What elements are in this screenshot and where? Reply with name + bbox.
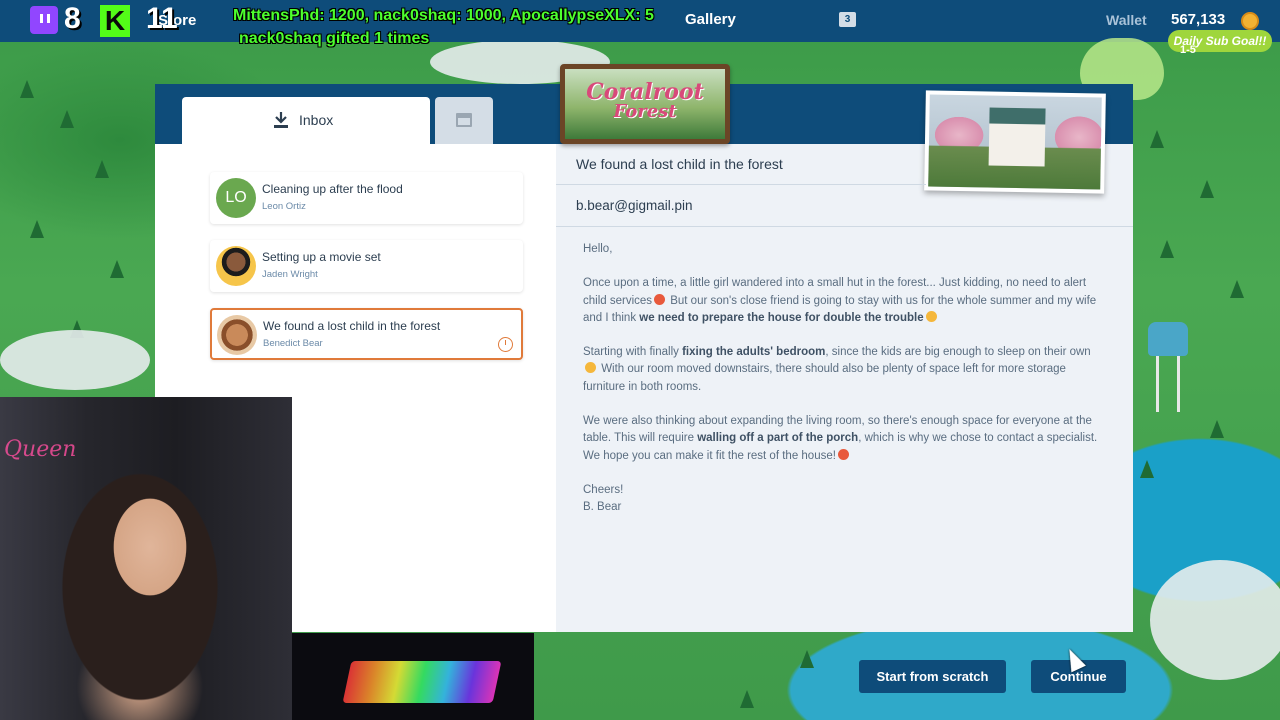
keyboard-cam-overlay — [292, 633, 534, 720]
avatar: LO — [216, 178, 256, 218]
avatar — [216, 246, 256, 286]
mail-item-sender: Jaden Wright — [262, 269, 318, 280]
neon-sign: Queen — [4, 437, 77, 462]
tab-inbox[interactable]: Inbox — [182, 97, 430, 144]
notification-badge: 3 — [839, 12, 856, 27]
house-image — [988, 107, 1046, 167]
mail-list-item[interactable]: Setting up a movie set Jaden Wright — [210, 240, 523, 292]
tree — [800, 650, 814, 668]
start-from-scratch-button[interactable]: Start from scratch — [859, 660, 1006, 693]
stream-alert-line1: MittensPhd: 1200, nack0shaq: 1000, Apoca… — [233, 7, 654, 24]
mail-signoff: Cheers! — [583, 483, 624, 496]
tree — [20, 80, 34, 98]
sub-goal-count: 1-5 — [1180, 44, 1196, 56]
text: , since the kids are big enough to sleep… — [825, 346, 1091, 359]
sweat-smile-emoji-icon — [837, 448, 849, 460]
divider — [556, 226, 1133, 227]
archive-icon — [456, 113, 472, 127]
twitch-viewer-count: 8 — [64, 2, 81, 35]
tab-inbox-label: Inbox — [299, 112, 334, 128]
tree — [740, 690, 754, 708]
twitch-icon — [30, 6, 58, 34]
wallet-label: Wallet — [1106, 12, 1147, 28]
nav-gallery[interactable]: Gallery — [685, 11, 736, 28]
mail-list-item-selected[interactable]: We found a lost child in the forest Bene… — [210, 308, 523, 360]
mail-greeting: Hello, — [583, 243, 613, 255]
grin-emoji-icon — [925, 310, 937, 322]
bold-text: walling off a part of the porch — [697, 432, 859, 445]
mail-item-subject: Cleaning up after the flood — [262, 182, 403, 196]
bold-text: we need to prepare the house for double … — [639, 311, 924, 324]
tree — [1160, 240, 1174, 258]
rgb-keyboard — [342, 661, 502, 703]
tree — [1230, 280, 1244, 298]
wallet-value: 567,133 — [1171, 11, 1226, 28]
tree — [95, 160, 109, 178]
tree — [110, 260, 124, 278]
kick-viewer-count: 11 — [146, 2, 178, 35]
cloud — [0, 330, 150, 390]
coin-icon — [1241, 12, 1259, 30]
mail-subject: We found a lost child in the forest — [576, 156, 783, 172]
mail-item-sender: Benedict Bear — [263, 338, 323, 349]
client-house-photo — [924, 90, 1106, 194]
mail-item-subject: We found a lost child in the forest — [263, 319, 441, 333]
bold-text: fixing the adults' bedroom — [682, 346, 826, 359]
water-tower — [1148, 322, 1188, 412]
tree — [1210, 420, 1224, 438]
mail-paragraph: Starting with finally fixing the adults'… — [583, 344, 1103, 396]
text: Starting with finally — [583, 346, 683, 359]
mail-list-item[interactable]: LO Cleaning up after the flood Leon Orti… — [210, 172, 523, 224]
tree — [60, 110, 74, 128]
tree — [30, 220, 44, 238]
avatar — [217, 315, 257, 355]
mail-item-sender: Leon Ortiz — [262, 201, 306, 212]
tree — [1200, 180, 1214, 198]
cloud — [1150, 560, 1280, 680]
mail-signature: B. Bear — [583, 501, 622, 514]
laughing-emoji-icon — [654, 293, 666, 305]
divider — [556, 184, 926, 185]
clock-icon — [498, 337, 513, 352]
text: With our room moved downstairs, there sh… — [583, 363, 1066, 393]
webcam-overlay: Queen — [0, 397, 292, 720]
mail-body: Hello, Once upon a time, a little girl w… — [583, 241, 1103, 517]
grin-emoji-icon — [585, 362, 596, 374]
inbox-download-icon — [274, 112, 288, 128]
stream-alert-line2: nack0shaq gifted 1 times — [239, 30, 430, 47]
mail-from: b.bear@gigmail.pin — [576, 198, 693, 213]
tree — [1150, 130, 1164, 148]
mail-item-subject: Setting up a movie set — [262, 250, 381, 264]
game-logo: Coralroot Forest — [560, 64, 730, 144]
mail-paragraph: We were also thinking about expanding th… — [583, 413, 1103, 465]
kick-icon: K — [100, 5, 130, 37]
tab-archive[interactable] — [435, 97, 493, 144]
tree — [1140, 460, 1154, 478]
mail-paragraph: Once upon a time, a little girl wandered… — [583, 275, 1103, 327]
